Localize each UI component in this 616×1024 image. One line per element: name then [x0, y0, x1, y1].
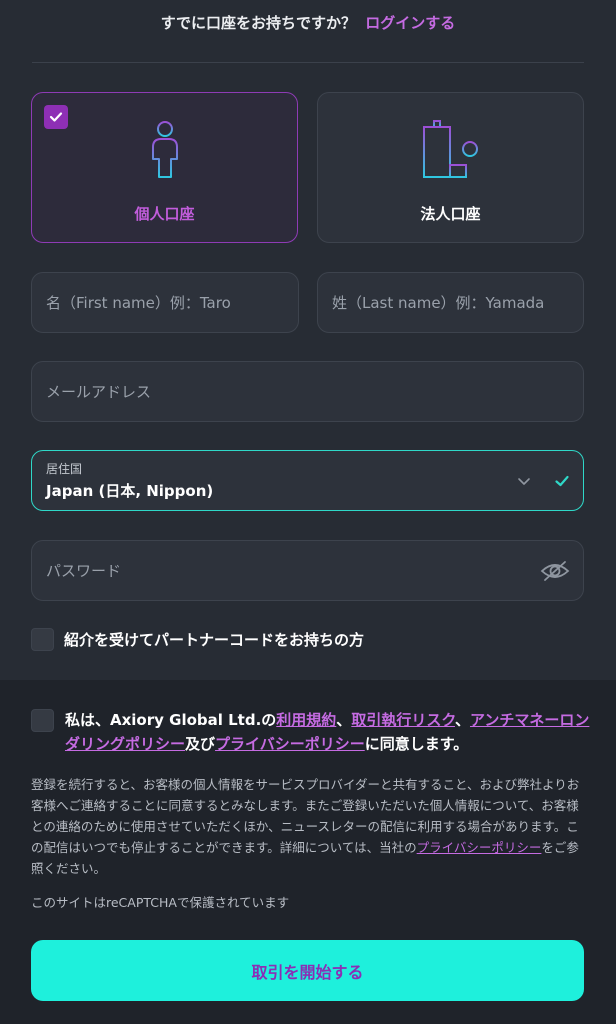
- agreement-checkbox[interactable]: [31, 709, 54, 732]
- last-name-field[interactable]: [317, 272, 584, 333]
- personal-account-card[interactable]: 個人口座: [31, 92, 298, 243]
- start-trading-button[interactable]: 取引を開始する: [31, 940, 584, 1001]
- agreement-and: 及び: [185, 735, 216, 753]
- country-label: 居住国: [46, 462, 83, 476]
- login-link[interactable]: ログインする: [365, 14, 455, 32]
- first-name-field[interactable]: [31, 272, 299, 333]
- first-name-input[interactable]: [46, 293, 284, 312]
- last-name-input[interactable]: [332, 293, 569, 312]
- personal-account-label: 個人口座: [134, 205, 195, 223]
- notice-privacy-link[interactable]: プライバシーポリシー: [417, 840, 542, 855]
- login-prompt: すでに口座をお持ちですか？ ログインする: [0, 12, 616, 33]
- email-field[interactable]: [31, 361, 584, 422]
- partner-code-checkbox[interactable]: [31, 628, 54, 651]
- privacy-notice: 登録を続行すると、お客様の個人情報をサービスプロバイダーと共有すること、および弊…: [31, 774, 587, 879]
- agreement-row: 私は、Axiory Global Ltd.の利用規約、取引執行リスク、アンチマネ…: [31, 708, 591, 756]
- building-icon: [420, 119, 482, 183]
- partner-code-option[interactable]: 紹介を受けてパートナーコードをお持ちの方: [31, 628, 364, 651]
- execution-risk-link[interactable]: 取引執行リスク: [351, 711, 455, 729]
- agreement-separator: 、: [454, 711, 470, 729]
- check-icon: [44, 105, 68, 129]
- agreement-text: 私は、Axiory Global Ltd.の利用規約、取引執行リスク、アンチマネ…: [65, 708, 591, 756]
- corporate-account-card[interactable]: 法人口座: [317, 92, 584, 243]
- password-input[interactable]: [46, 561, 569, 580]
- eye-off-icon[interactable]: [540, 559, 570, 587]
- country-value: Japan (日本, Nippon): [46, 482, 214, 500]
- login-question: すでに口座をお持ちですか？: [160, 14, 356, 32]
- chevron-down-icon[interactable]: [517, 473, 531, 492]
- password-field[interactable]: [31, 540, 584, 601]
- recaptcha-notice: このサイトはreCAPTCHAで保護されています: [31, 895, 290, 910]
- terms-link[interactable]: 利用規約: [276, 711, 336, 729]
- agreement-separator: 、: [336, 711, 352, 729]
- agreement-prefix: 私は、Axiory Global Ltd.の: [65, 711, 277, 729]
- divider: [32, 62, 584, 63]
- person-icon: [148, 119, 182, 183]
- privacy-policy-link[interactable]: プライバシーポリシー: [215, 735, 365, 753]
- partner-code-label: 紹介を受けてパートナーコードをお持ちの方: [64, 631, 365, 649]
- country-select[interactable]: 居住国 Japan (日本, Nippon): [31, 450, 584, 511]
- valid-check-icon: [554, 473, 570, 493]
- corporate-account-label: 法人口座: [420, 205, 481, 223]
- agreement-suffix: に同意します。: [364, 735, 469, 753]
- email-input[interactable]: [46, 382, 569, 401]
